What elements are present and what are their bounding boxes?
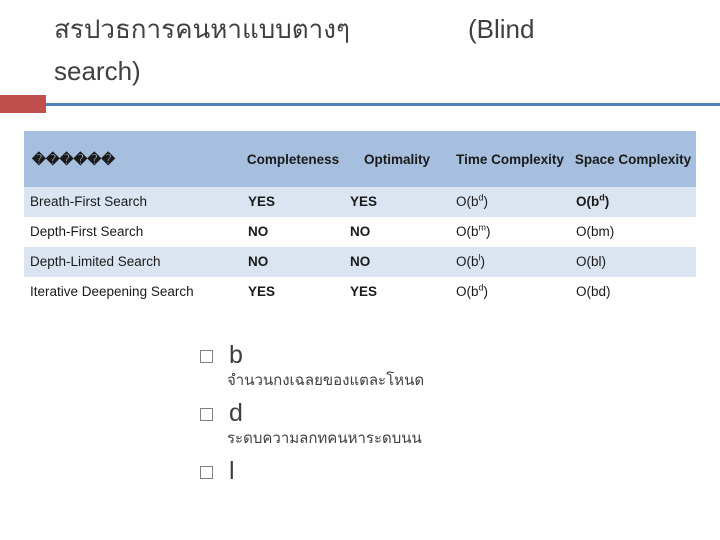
cell-optimality: YES <box>344 277 450 307</box>
table-row: Breath-First Search YES YES O(bd) O(bd) <box>24 187 696 217</box>
cell-method: Depth-First Search <box>24 217 242 247</box>
slide-title-thai: สรปวธการคนหาแบบตางๆ <box>54 14 350 44</box>
table-body: Breath-First Search YES YES O(bd) O(bd) … <box>24 187 696 307</box>
time-base: O(b <box>456 254 479 269</box>
header-space-complexity: Space Complexity <box>570 131 696 187</box>
slide-title-line2: search) <box>54 56 141 86</box>
header-optimality: Optimality <box>344 131 450 187</box>
bullet-square-icon <box>200 350 213 363</box>
slide-title-paren: (Blind <box>467 14 535 44</box>
bullet-label: l <box>229 457 235 485</box>
time-tail: ) <box>486 224 491 239</box>
header-completeness: Completeness <box>242 131 344 187</box>
time-tail: ) <box>483 284 489 299</box>
table-row: Iterative Deepening Search YES YES O(bd)… <box>24 277 696 307</box>
table-header-row: ������ Completeness Optimality Time Comp… <box>24 131 696 187</box>
accent-bar-blue <box>46 103 720 106</box>
bullet-square-icon <box>200 408 213 421</box>
bullet-label: d <box>229 399 243 427</box>
accent-bar-red <box>0 95 46 113</box>
bullet-square-icon <box>200 466 213 479</box>
cell-method: Depth-Limited Search <box>24 247 242 277</box>
cell-space-complexity: O(bd) <box>570 187 696 217</box>
header-method: ������ <box>24 131 242 187</box>
time-tail: ) <box>483 194 489 209</box>
time-base: O(b <box>456 284 479 299</box>
space-base: O(b <box>576 194 600 209</box>
cell-time-complexity: O(bl) <box>450 247 570 277</box>
space-base: O(bl) <box>576 254 606 269</box>
list-item: d <box>200 398 700 428</box>
bullet-list: b จำนวนกงเฉลยของแตละโหนด d ระดบความลกทคน… <box>200 340 700 488</box>
slide-title-line1: สรปวธการคนหาแบบตางๆ (Blind <box>54 8 704 50</box>
time-exponent: m <box>478 222 487 233</box>
table-row: Depth-Limited Search NO NO O(bl) O(bl) <box>24 247 696 277</box>
list-item: b <box>200 340 700 370</box>
time-base: O(b <box>456 194 479 209</box>
cell-optimality: NO <box>344 217 450 247</box>
header-time-complexity: Time Complexity <box>450 131 570 187</box>
cell-method: Iterative Deepening Search <box>24 277 242 307</box>
space-base: O(bm) <box>576 224 615 239</box>
bullet-description: ระดบความลกทคนหาระดบนน <box>227 430 422 447</box>
space-tail: ) <box>604 194 610 209</box>
time-tail: ) <box>480 254 486 269</box>
cell-optimality: NO <box>344 247 450 277</box>
cell-time-complexity: O(bd) <box>450 187 570 217</box>
space-base: O(bd) <box>576 284 611 299</box>
cell-optimality: YES <box>344 187 450 217</box>
cell-completeness: NO <box>242 247 344 277</box>
bullet-description: จำนวนกงเฉลยของแตละโหนด <box>227 372 425 389</box>
slide-title: สรปวธการคนหาแบบตางๆ (Blind search) <box>54 8 704 92</box>
cell-completeness: YES <box>242 277 344 307</box>
cell-space-complexity: O(bd) <box>570 277 696 307</box>
cell-space-complexity: O(bm) <box>570 217 696 247</box>
comparison-table: ������ Completeness Optimality Time Comp… <box>24 131 696 307</box>
comparison-table-wrapper: ������ Completeness Optimality Time Comp… <box>24 131 696 307</box>
list-item: l <box>200 456 700 486</box>
cell-completeness: YES <box>242 187 344 217</box>
bullet-label: b <box>229 341 243 369</box>
cell-time-complexity: O(bd) <box>450 277 570 307</box>
cell-completeness: NO <box>242 217 344 247</box>
table-row: Depth-First Search NO NO O(bm) O(bm) <box>24 217 696 247</box>
cell-space-complexity: O(bl) <box>570 247 696 277</box>
time-base: O(b <box>456 224 479 239</box>
cell-time-complexity: O(bm) <box>450 217 570 247</box>
cell-method: Breath-First Search <box>24 187 242 217</box>
